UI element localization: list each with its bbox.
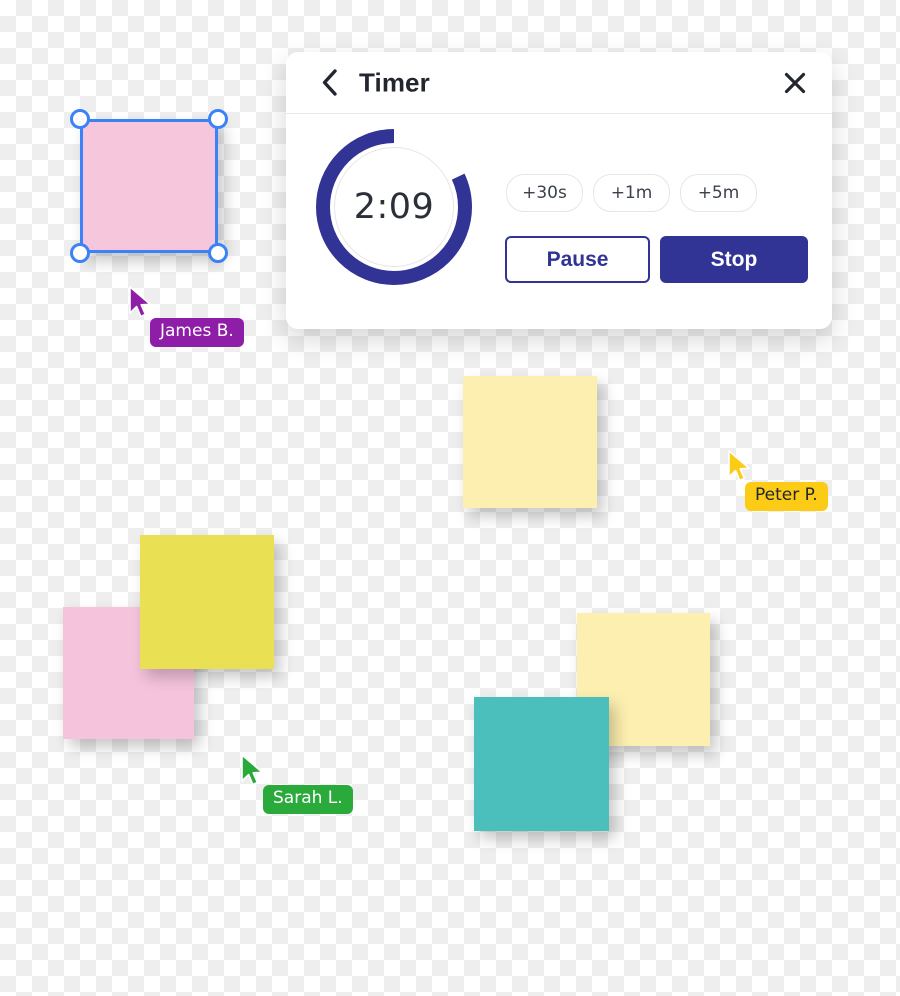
close-button[interactable] bbox=[778, 66, 812, 100]
timer-remaining-text: 2:09 bbox=[353, 187, 435, 227]
modal-header: Timer bbox=[286, 52, 832, 114]
pause-button[interactable]: Pause bbox=[505, 236, 650, 283]
cursor-arrow-icon bbox=[129, 286, 151, 318]
modal-body: 2:09 +30s +1m +5m Pause Stop bbox=[286, 114, 832, 329]
timer-actions: Pause Stop bbox=[505, 236, 808, 283]
cursor-arrow-icon bbox=[728, 450, 750, 482]
quick-add-chip-group: +30s +1m +5m bbox=[506, 174, 757, 212]
selected-sticky-note[interactable] bbox=[70, 109, 228, 263]
close-icon bbox=[784, 72, 806, 93]
cursor-name-label: Peter P. bbox=[745, 482, 828, 511]
back-button[interactable] bbox=[316, 67, 342, 99]
resize-handle-top-left[interactable] bbox=[70, 109, 90, 129]
resize-handle-top-right[interactable] bbox=[208, 109, 228, 129]
add-30s-button[interactable]: +30s bbox=[506, 174, 583, 212]
resize-handle-bottom-right[interactable] bbox=[208, 243, 228, 263]
sticky-note[interactable] bbox=[140, 535, 274, 669]
add-1m-button[interactable]: +1m bbox=[593, 174, 670, 212]
timer-modal: Timer 2:09 +30s +1m +5m Pause Stop bbox=[286, 52, 832, 329]
modal-title: Timer bbox=[359, 67, 430, 97]
add-5m-button[interactable]: +5m bbox=[680, 174, 757, 212]
timer-face: 2:09 bbox=[334, 147, 454, 267]
resize-handle-bottom-left[interactable] bbox=[70, 243, 90, 263]
cursor-arrow-icon bbox=[241, 754, 263, 786]
sticky-note[interactable] bbox=[474, 697, 609, 831]
cursor-name-label: Sarah L. bbox=[263, 785, 353, 814]
sticky-note[interactable] bbox=[463, 376, 597, 508]
timer-progress-ring: 2:09 bbox=[312, 125, 476, 289]
cursor-name-label: James B. bbox=[150, 318, 244, 347]
chevron-left-icon bbox=[322, 69, 337, 96]
stop-button[interactable]: Stop bbox=[660, 236, 808, 283]
sticky-note-body[interactable] bbox=[80, 119, 218, 253]
whiteboard-canvas[interactable]: James B. Peter P. Sarah L. Timer 2:09 +3… bbox=[0, 0, 900, 996]
